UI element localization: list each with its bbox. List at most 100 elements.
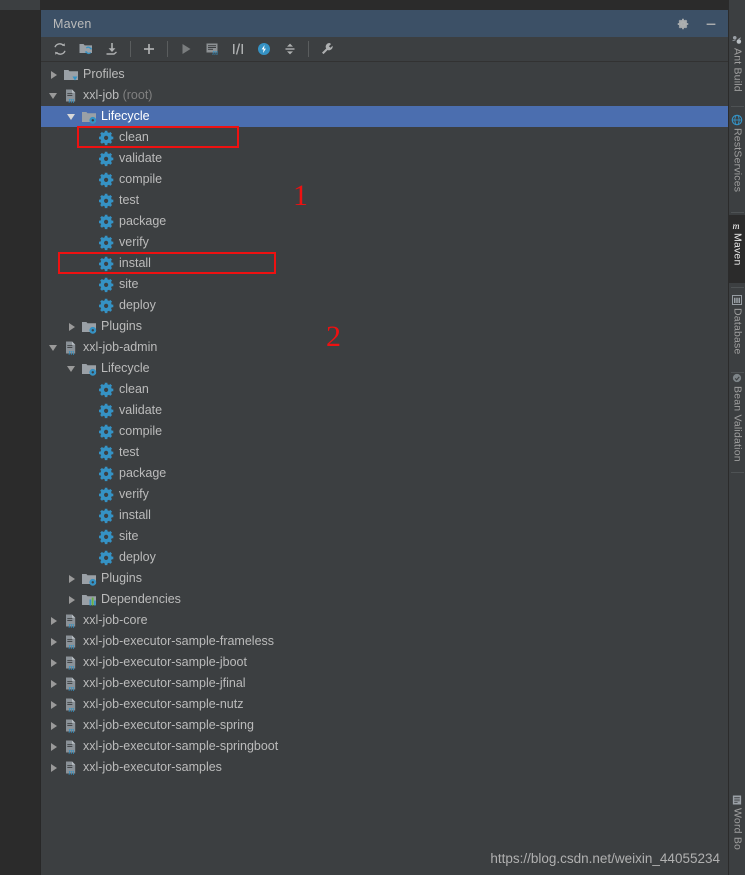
sidebar-tab-maven[interactable]: m Maven [729,215,745,283]
chevron-closed-icon[interactable] [48,636,60,648]
rest-icon [731,113,744,126]
wrench-icon[interactable] [314,38,340,60]
tree-node-sample-jfinal[interactable]: m xxl-job-executor-sample-jfinal [41,673,728,694]
tree-node-lifecycle-root[interactable]: Lifecycle [41,106,728,127]
tree-node-sample-spring[interactable]: m xxl-job-executor-sample-spring [41,715,728,736]
tree-node-label: xxl-job-core [83,613,148,627]
tree-node-label: package [119,466,167,480]
sidebar-divider [731,212,744,213]
run-icon[interactable] [173,38,199,60]
sidebar-tab-word-bo[interactable]: Word Bo [729,790,745,870]
chevron-closed-icon[interactable] [48,69,60,81]
tree-node-goal-install[interactable]: install [41,253,728,274]
tree-node-xxl-job[interactable]: m xxl-job (root) [41,85,728,106]
tree-node-sample-nutz[interactable]: m xxl-job-executor-sample-nutz [41,694,728,715]
tree-node-sample-frameless[interactable]: m xxl-job-executor-sample-frameless [41,631,728,652]
gear-icon[interactable] [674,15,692,33]
chevron-closed-icon[interactable] [66,573,78,585]
tree-node-admin-goal-clean[interactable]: clean [41,379,728,400]
sidebar-tab-ant-build[interactable]: Ant Build [729,30,745,102]
tree-node-admin-goal-install[interactable]: install [41,505,728,526]
sidebar-tab-label: Word Bo [731,808,744,851]
tree-node-goal-clean[interactable]: clean [41,127,728,148]
goal-gear-icon [99,256,115,272]
download-icon[interactable] [99,38,125,60]
tree-node-lifecycle-admin[interactable]: Lifecycle [41,358,728,379]
refresh-icon[interactable] [47,38,73,60]
maven-toolbar: m [41,37,728,62]
tree-node-xxl-job-admin[interactable]: m xxl-job-admin [41,337,728,358]
tree-node-suffix: (root) [119,88,153,102]
tree-node-plugins-root[interactable]: Plugins [41,316,728,337]
tree-node-admin-goal-test[interactable]: test [41,442,728,463]
tree-node-label: xxl-job-executor-sample-frameless [83,634,275,648]
chevron-open-icon[interactable] [48,90,60,102]
chevron-open-icon[interactable] [48,342,60,354]
tree-node-admin-goal-compile[interactable]: compile [41,421,728,442]
goal-gear-icon [99,235,115,251]
chevron-closed-icon[interactable] [48,657,60,669]
tree-node-admin-goal-verify[interactable]: verify [41,484,728,505]
ant-icon [731,33,744,46]
tree-node-label: xxl-job-executor-sample-jfinal [83,676,246,690]
chevron-closed-icon[interactable] [48,678,60,690]
tree-node-label: xxl-job-executor-sample-nutz [83,697,244,711]
tree-node-goal-validate[interactable]: validate [41,148,728,169]
tree-node-label: xxl-job-executor-sample-springboot [83,739,279,753]
tree-node-goal-test[interactable]: test [41,190,728,211]
minimize-icon[interactable] [702,15,720,33]
tree-node-sample-samples[interactable]: m xxl-job-executor-samples [41,757,728,778]
plugins-folder-icon [81,319,97,335]
tree-node-admin-goal-package[interactable]: package [41,463,728,484]
tree-node-admin-goal-deploy[interactable]: deploy [41,547,728,568]
tool-window-title: Maven [53,16,92,31]
collapse-icon[interactable] [277,38,303,60]
tree-node-label: xxl-job-executor-sample-spring [83,718,254,732]
tree-node-admin-plugins[interactable]: Plugins [41,568,728,589]
tree-node-label: xxl-job (root) [83,88,153,102]
chevron-closed-icon[interactable] [66,321,78,333]
tree-node-sample-jboot[interactable]: m xxl-job-executor-sample-jboot [41,652,728,673]
tree-node-goal-deploy[interactable]: deploy [41,295,728,316]
tree-node-label: xxl-job-executor-sample-jboot [83,655,247,669]
tree-node-goal-verify[interactable]: verify [41,232,728,253]
tree-node-goal-package[interactable]: package [41,211,728,232]
sidebar-tab-label: Database [731,308,744,355]
sidebar-divider [731,287,744,288]
chevron-open-icon[interactable] [66,363,78,375]
tree-node-admin-goal-site[interactable]: site [41,526,728,547]
skip-tests-icon[interactable] [225,38,251,60]
tree-node-xxl-job-core[interactable]: m xxl-job-core [41,610,728,631]
tree-node-admin-dependencies[interactable]: Dependencies [41,589,728,610]
maven-goal-icon[interactable]: m [199,38,225,60]
tree-node-goal-site[interactable]: site [41,274,728,295]
chevron-closed-icon[interactable] [48,762,60,774]
maven-module-icon: m [63,613,79,630]
sidebar-tab-restservices[interactable]: RestServices [729,110,745,208]
chevron-open-icon[interactable] [66,111,78,123]
svg-text:m: m [212,48,218,57]
chevron-closed-icon[interactable] [48,699,60,711]
chevron-closed-icon[interactable] [48,720,60,732]
dependencies-icon [81,592,97,608]
folder-refresh-icon[interactable] [73,38,99,60]
sidebar-tab-bean-validation[interactable]: Bean Validation [729,368,745,468]
chevron-closed-icon[interactable] [66,594,78,606]
chevron-closed-icon[interactable] [48,615,60,627]
offline-icon[interactable] [251,38,277,60]
tree-node-sample-springboot[interactable]: m xxl-job-executor-sample-springboot [41,736,728,757]
chevron-closed-icon[interactable] [48,741,60,753]
svg-text:m: m [733,221,740,231]
plus-icon[interactable] [136,38,162,60]
tree-node-profiles[interactable]: Profiles [41,64,728,85]
tree-node-admin-goal-validate[interactable]: validate [41,400,728,421]
maven-project-tree[interactable]: Profiles m xxl-job (root) Lifecycle clean val… [41,62,728,874]
tree-node-goal-compile[interactable]: compile [41,169,728,190]
sidebar-tab-database[interactable]: Database [729,290,745,368]
